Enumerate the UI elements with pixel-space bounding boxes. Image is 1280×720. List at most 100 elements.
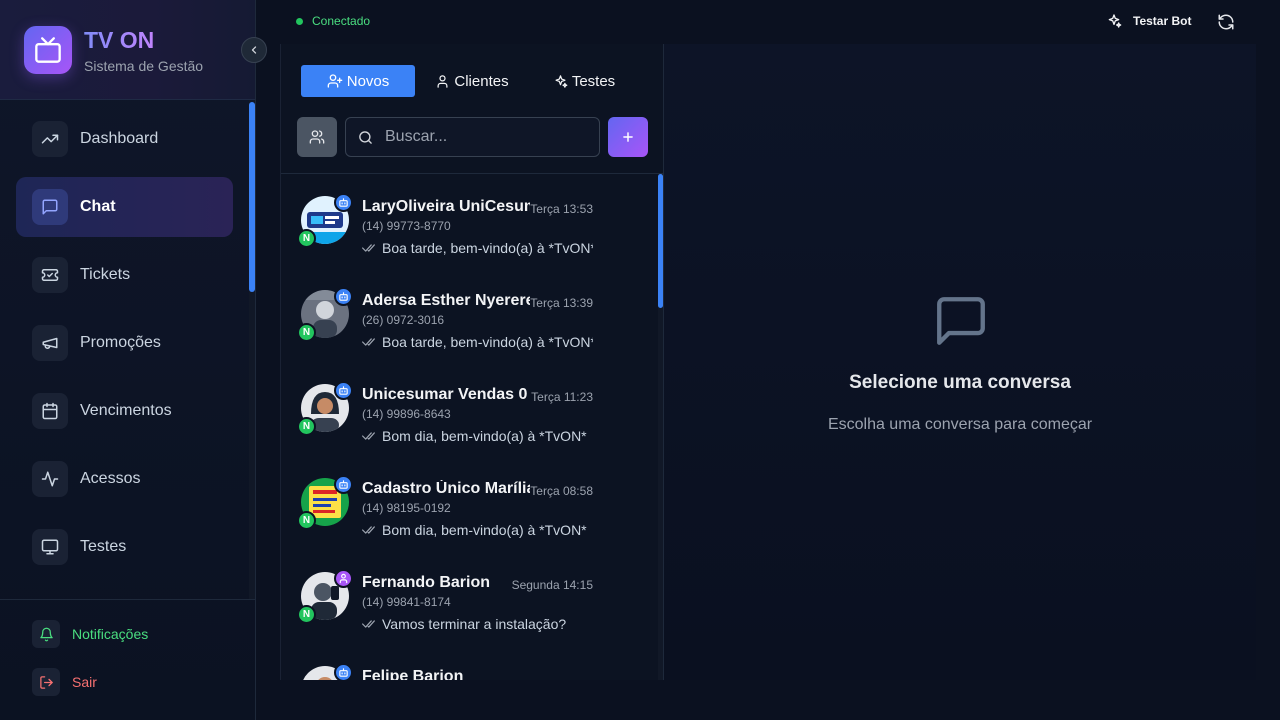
last-message: Vamos terminar a instalação? (362, 616, 593, 632)
sidebar-item-promocoes[interactable]: Promoções (16, 313, 233, 373)
conversation-list-scrollbar[interactable] (658, 174, 663, 680)
sidebar-item-label: Testes (80, 538, 127, 555)
test-bot-button[interactable]: Testar Bot (1106, 13, 1191, 29)
conversation-list-panel: Novos Clientes Testes Buscar... N LaryOl… (280, 44, 664, 680)
status-badge: N (297, 511, 316, 530)
status-badge: N (297, 229, 316, 248)
app-root: TV ON Sistema de Gestão Dashboard Chat T… (0, 0, 1280, 720)
calendar-icon (32, 393, 68, 429)
bot-icon (339, 480, 348, 489)
conversation-item[interactable]: N Cadastro Único Marília Terça 08:58 (14… (281, 456, 657, 550)
sparkles-icon (555, 74, 568, 88)
user-icon (437, 74, 448, 88)
bot-badge (334, 193, 353, 212)
user-plus-icon (327, 74, 343, 88)
status-badge: N (297, 605, 316, 624)
sidebar-item-testes[interactable]: Testes (16, 517, 233, 577)
double-check-icon (362, 338, 375, 346)
tab-clientes[interactable]: Clientes (429, 65, 515, 97)
conversation-list: N LaryOliveira UniCesumar Terça 13:53 (1… (281, 174, 664, 680)
last-message: Bom dia, bem-vindo(a) à *TvON* (362, 428, 593, 444)
logout-label: Sair (72, 674, 97, 690)
chevron-left-icon (251, 46, 257, 54)
status-dot (296, 17, 303, 25)
app-subtitle: Sistema de Gestão (84, 58, 204, 74)
contact-phone: (14) 99896-8643 (362, 407, 451, 421)
last-message: Boa tarde, bem-vindo(a) à *TvON* (362, 240, 593, 256)
logout-button[interactable]: Sair (32, 668, 97, 696)
contact-phone: (14) 98195-0192 (362, 501, 451, 515)
double-check-icon (362, 432, 375, 440)
tab-testes[interactable]: Testes (549, 65, 619, 97)
conversation-item[interactable]: N Unicesumar Vendas 0 Terça 11:23 (14) 9… (281, 362, 657, 456)
double-check-icon (362, 620, 375, 628)
contact-name: Fernando Barion (362, 574, 491, 591)
refresh-button[interactable] (1217, 13, 1235, 31)
tab-label: Clientes (454, 72, 509, 90)
search-box (345, 117, 600, 157)
megaphone-icon (32, 325, 68, 361)
message-time: Terça 13:39 (530, 296, 593, 310)
test-bot-label: Testar Bot (1133, 14, 1192, 28)
brand-header: TV ON Sistema de Gestão (0, 0, 255, 100)
app-title: TV ON (84, 27, 155, 53)
last-message-text: Boa tarde, bem-vindo(a) à *TvON* (382, 240, 593, 256)
sidebar-item-dashboard[interactable]: Dashboard (16, 109, 233, 169)
double-check-icon (362, 244, 375, 252)
bot-icon (339, 668, 348, 677)
message-time: Terça 11:23 (531, 390, 593, 404)
sidebar-item-chat[interactable]: Chat (16, 177, 233, 237)
sidebar-item-label: Promoções (80, 334, 161, 351)
last-message: Bom dia, bem-vindo(a) à *TvON* (362, 522, 593, 538)
sparkles-icon (1108, 14, 1122, 28)
conversation-item[interactable]: Felipe Barion (281, 644, 657, 680)
sidebar-item-vencimentos[interactable]: Vencimentos (16, 381, 233, 441)
user-badge (334, 569, 353, 588)
activity-icon (32, 461, 68, 497)
contact-name: Unicesumar Vendas 0 (362, 386, 528, 403)
contact-phone: (14) 99773-8770 (362, 219, 451, 233)
status-label: Conectado (312, 14, 371, 28)
groups-button[interactable] (297, 117, 337, 157)
bell-icon (32, 620, 60, 648)
sidebar-nav: Dashboard Chat Tickets Promoções Vencime… (16, 105, 233, 595)
tab-label: Testes (571, 72, 616, 90)
conversation-item[interactable]: N LaryOliveira UniCesumar Terça 13:53 (1… (281, 174, 657, 268)
notifications-label: Notificações (72, 626, 149, 642)
conversation-list-scrollbar-thumb[interactable] (658, 174, 663, 308)
contact-phone: (26) 0972-3016 (362, 313, 445, 327)
last-message-text: Boa tarde, bem-vindo(a) à *TvON* (382, 334, 593, 350)
conversation-item[interactable]: N Fernando Barion Segunda 14:15 (14) 998… (281, 550, 657, 644)
empty-state-subtitle: Escolha uma conversa para começar (827, 416, 1093, 433)
plus-icon (623, 132, 633, 142)
message-time: Terça 08:58 (530, 484, 593, 498)
new-conversation-button[interactable] (608, 117, 648, 157)
sidebar-item-label: Dashboard (80, 130, 159, 147)
tab-novos[interactable]: Novos (301, 65, 415, 97)
last-message-text: Bom dia, bem-vindo(a) à *TvON* (382, 428, 587, 444)
sidebar: TV ON Sistema de Gestão Dashboard Chat T… (0, 0, 267, 720)
users-icon (309, 130, 325, 144)
search-input[interactable] (385, 128, 585, 146)
last-message: Boa tarde, bem-vindo(a) à *TvON* (362, 334, 593, 350)
notifications-button[interactable]: Notificações (32, 620, 148, 648)
conversation-view: Selecione uma conversa Escolha uma conve… (664, 44, 1256, 680)
sidebar-item-tickets[interactable]: Tickets (16, 245, 233, 305)
status-badge: N (297, 417, 316, 436)
double-check-icon (362, 526, 375, 534)
collapse-sidebar-button[interactable] (241, 37, 267, 63)
sidebar-item-acessos[interactable]: Acessos (16, 449, 233, 509)
conversation-item[interactable]: N Adersa Esther Nyerere Terça 13:39 (26)… (281, 268, 657, 362)
tab-label: Novos (346, 72, 390, 90)
logout-icon (32, 668, 60, 696)
bot-icon (339, 292, 348, 301)
message-time: Terça 13:53 (530, 202, 593, 216)
bot-icon (339, 198, 348, 207)
bot-badge (334, 475, 353, 494)
connection-status: Conectado (296, 14, 370, 28)
last-message-text: Bom dia, bem-vindo(a) à *TvON* (382, 522, 587, 538)
sidebar-scrollbar-thumb[interactable] (249, 102, 255, 292)
sidebar-scrollbar[interactable] (249, 100, 255, 600)
bot-badge (334, 287, 353, 306)
contact-name: Felipe Barion (362, 668, 464, 680)
